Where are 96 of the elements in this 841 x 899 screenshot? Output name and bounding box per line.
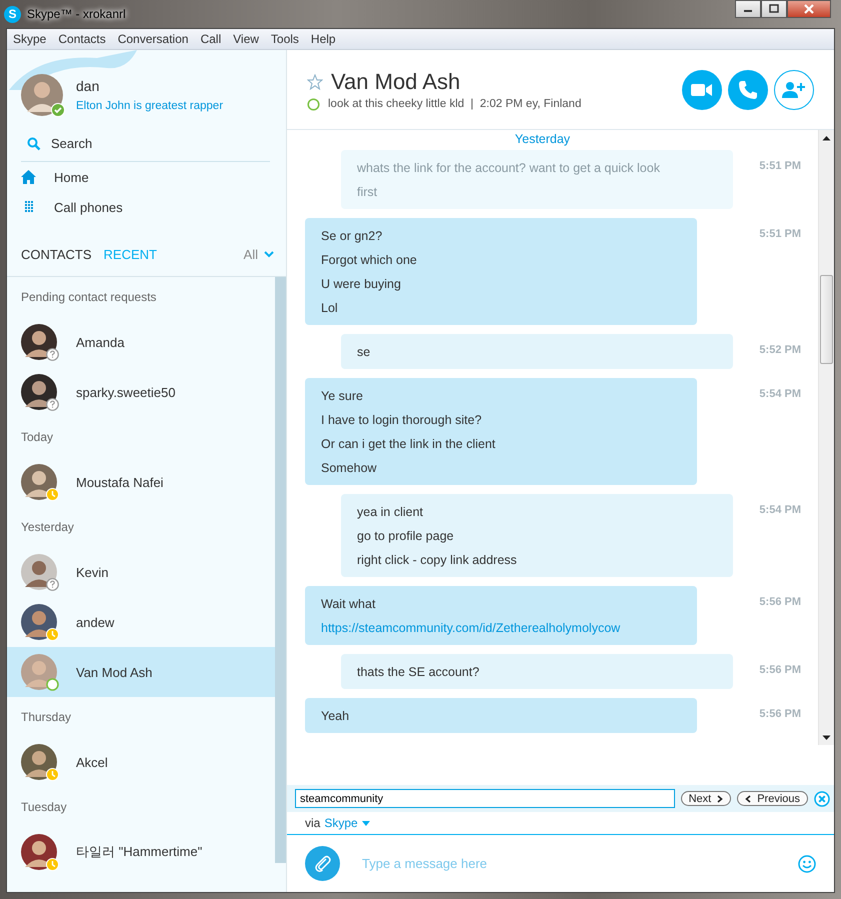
nav-item[interactable]: Call phones: [7, 192, 286, 222]
message-time: 5:51 PM: [759, 160, 801, 172]
contact-item[interactable]: Kevin: [7, 547, 275, 597]
message-text: thats the SE account?: [357, 664, 480, 681]
message-time: 5:56 PM: [759, 708, 801, 720]
menu-item[interactable]: Skype: [7, 32, 52, 46]
message-time: 5:54 PM: [759, 504, 801, 516]
star-icon[interactable]: [307, 74, 323, 90]
add-person-icon: [782, 80, 806, 98]
avatar: [21, 744, 57, 780]
avatar: [21, 604, 57, 640]
menu-item[interactable]: Tools: [264, 32, 305, 46]
message-text: whats the link for the account? want to get a quick look: [357, 160, 661, 177]
message-text: U were buying: [321, 276, 402, 293]
message-text: first: [357, 184, 378, 201]
search-icon: [27, 136, 41, 150]
contact-item[interactable]: Akcel: [7, 737, 275, 787]
close-icon: [814, 790, 830, 806]
minimize-button[interactable]: [735, 0, 761, 18]
nav-item[interactable]: Home: [7, 162, 286, 192]
scroll-down-icon: [822, 735, 831, 741]
menu-item[interactable]: View: [227, 32, 265, 46]
window-title: Skype™ - xrokanrl: [27, 7, 126, 21]
avatar: [21, 374, 57, 410]
message-text: Somehow: [321, 460, 378, 477]
scrollbar[interactable]: [818, 130, 834, 745]
contact-item[interactable]: sparky.sweetie50: [7, 367, 275, 417]
avatar: [21, 654, 57, 690]
contact-item[interactable]: Amanda: [7, 317, 275, 367]
message-text: I have to login thorough site?: [321, 412, 483, 429]
call-button[interactable]: [728, 70, 768, 110]
avatar: [21, 74, 63, 116]
home-icon: [21, 170, 36, 184]
find-field[interactable]: steamcommunity: [295, 789, 675, 808]
phone-icon: [738, 80, 758, 100]
chevron-right-icon: [717, 794, 724, 802]
paperclip-icon: [314, 854, 332, 872]
next-button[interactable]: Next: [680, 791, 732, 806]
maximize-button[interactable]: [761, 0, 787, 18]
video-camera-icon: [691, 82, 713, 96]
close-button[interactable]: [787, 0, 831, 18]
via-label: via: [305, 816, 320, 830]
search-field[interactable]: Search: [51, 136, 251, 151]
contact-item[interactable]: Moustafa Nafei: [7, 457, 275, 507]
skype-logo: S: [4, 6, 21, 22]
caret-icon: [362, 820, 370, 826]
section-heading: Tuesday: [20, 799, 68, 816]
scroll-up-icon: [822, 135, 831, 141]
contact-item[interactable]: 타일러 "Hammertime": [7, 827, 275, 877]
list-tab[interactable]: CONTACTS: [21, 246, 92, 262]
close-find-button[interactable]: [814, 790, 830, 806]
message-text: go to profile page: [357, 528, 455, 545]
avatar: [21, 324, 57, 360]
section-heading: Pending contact requests: [20, 289, 158, 306]
message-text: Ye sure: [321, 388, 364, 405]
message-time: 5:56 PM: [759, 596, 801, 608]
chevron-down-icon: [264, 250, 274, 258]
message-text: Se or gn2?: [321, 228, 384, 245]
menu-item[interactable]: Help: [304, 32, 342, 46]
message-text: right click - copy link address: [357, 552, 518, 569]
message-text: se: [357, 344, 372, 361]
message-time: 5:52 PM: [759, 344, 801, 356]
message-time: 5:51 PM: [759, 228, 801, 240]
contact-item[interactable]: andew: [7, 597, 275, 647]
close-icon: [802, 3, 816, 15]
maximize-icon: [768, 4, 780, 14]
section-heading: Yesterday: [20, 519, 75, 536]
menu-item[interactable]: Contacts: [52, 32, 112, 46]
chevron-left-icon: [745, 794, 752, 802]
contact-item[interactable]: Van Mod Ash: [7, 647, 275, 697]
message-time: 5:56 PM: [759, 664, 801, 676]
avatar: [21, 834, 57, 870]
section-heading: Thursday: [20, 709, 72, 726]
scroll-thumb[interactable]: [820, 275, 833, 364]
menu-item[interactable]: Call: [194, 32, 228, 46]
message-text: Lol: [321, 300, 339, 317]
previous-button[interactable]: Previous: [737, 791, 808, 806]
message-text: Forgot which one: [321, 252, 418, 269]
mood-message: look at this cheeky little kld | 2:02 PM ey, Finland: [328, 98, 582, 110]
message-text: Or can i get the link in the client: [321, 436, 496, 453]
section-heading: Today: [20, 429, 54, 446]
avatar: [21, 554, 57, 590]
avatar: [21, 464, 57, 500]
scrollbar[interactable]: [275, 277, 286, 863]
menu-item[interactable]: Conversation: [112, 32, 194, 46]
smiley-icon[interactable]: [798, 854, 816, 872]
message-time: 5:54 PM: [759, 388, 801, 400]
date-divider: Yesterday: [514, 131, 570, 148]
message-text: yea in client: [357, 504, 424, 521]
profile-name: dan: [76, 78, 100, 94]
add-contact-button[interactable]: [774, 70, 814, 110]
attach-button[interactable]: [305, 846, 340, 881]
message-text: Yeah: [321, 708, 350, 725]
message-text: Wait what: [321, 596, 376, 613]
video-call-button[interactable]: [682, 70, 722, 110]
contact-name: Van Mod Ash: [331, 68, 460, 94]
